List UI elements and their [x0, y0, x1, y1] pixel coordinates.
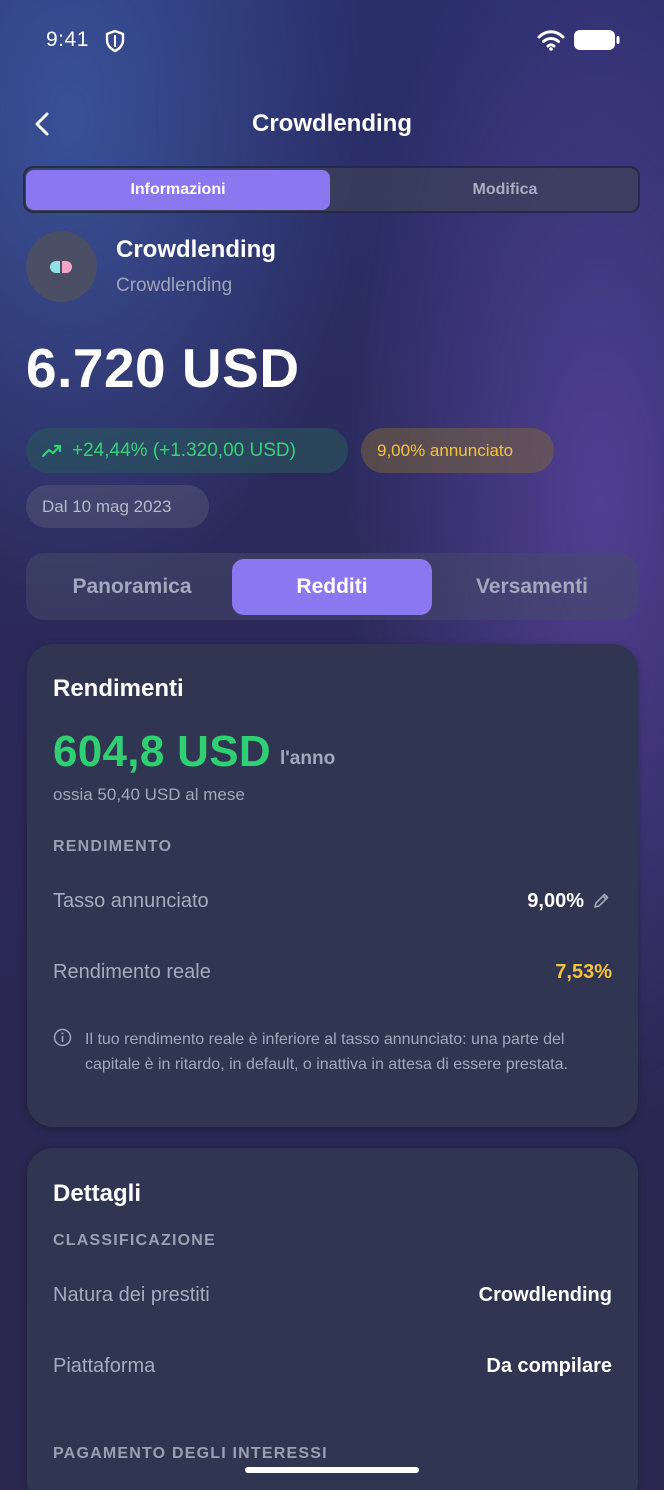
page-title: Crowdlending — [252, 110, 412, 137]
loan-nature-value: Crowdlending — [478, 1284, 612, 1306]
section-pagamento-interessi: PAGAMENTO DEGLI INTERESSI — [53, 1445, 328, 1462]
real-return-info: Il tuo rendimento reale è inferiore al t… — [85, 1031, 568, 1073]
gain-badge: +24,44% (+1.320,00 USD) — [26, 428, 348, 473]
since-date-badge: Dal 10 mag 2023 — [26, 485, 209, 528]
status-bar: 9:41 — [0, 0, 664, 80]
real-return-label: Rendimento reale — [53, 961, 211, 983]
section-tabs: Panoramica Redditi Versamenti — [26, 553, 638, 620]
gain-text: +24,44% (+1.320,00 USD) — [72, 439, 296, 461]
nav-bar: Crowdlending — [0, 100, 664, 150]
trend-up-icon — [42, 444, 62, 457]
asset-name: Crowdlending — [116, 236, 276, 263]
section-classificazione: CLASSIFICAZIONE — [53, 1232, 216, 1249]
status-time: 9:41 — [46, 28, 89, 51]
segment-informazioni[interactable]: Informazioni — [26, 170, 330, 210]
segment-modifica[interactable]: Modifica — [353, 170, 657, 210]
pill-icon-left — [50, 261, 60, 273]
tab-versamenti[interactable]: Versamenti — [432, 559, 632, 615]
tab-redditi[interactable]: Redditi — [232, 559, 432, 615]
monthly-return: ossia 50,40 USD al mese — [53, 785, 245, 804]
home-indicator[interactable] — [245, 1467, 419, 1473]
shield-icon — [105, 29, 125, 53]
returns-card: Rendimenti 604,8 USD l'anno ossia 50,40 … — [27, 644, 638, 1127]
returns-title: Rendimenti — [53, 675, 184, 702]
wifi-icon — [537, 30, 565, 51]
announced-rate-badge: 9,00% annunciato — [361, 428, 554, 473]
real-return-value: 7,53% — [555, 961, 612, 983]
battery-icon — [574, 30, 620, 50]
loan-nature-label: Natura dei prestiti — [53, 1284, 210, 1306]
edit-pencil-icon[interactable] — [592, 892, 610, 910]
pill-icon-right — [62, 261, 72, 273]
mode-segmented-control: Informazioni Modifica — [23, 166, 640, 213]
details-card: Dettagli CLASSIFICAZIONE Natura dei pres… — [27, 1148, 638, 1490]
asset-avatar — [26, 231, 97, 302]
asset-category: Crowdlending — [116, 275, 233, 296]
info-icon — [53, 1028, 72, 1047]
tab-panoramica[interactable]: Panoramica — [32, 559, 232, 615]
announced-rate-label: Tasso annunciato — [53, 890, 209, 912]
per-year-label: l'anno — [280, 748, 336, 769]
platform-label: Piattaforma — [53, 1355, 156, 1377]
announced-rate-value: 9,00% — [527, 890, 584, 912]
platform-value[interactable]: Da compilare — [486, 1355, 612, 1378]
section-rendimento: RENDIMENTO — [53, 838, 173, 855]
total-value: 6.720 USD — [26, 337, 300, 399]
annual-return-amount: 604,8 USD — [53, 727, 271, 776]
details-title: Dettagli — [53, 1180, 142, 1207]
